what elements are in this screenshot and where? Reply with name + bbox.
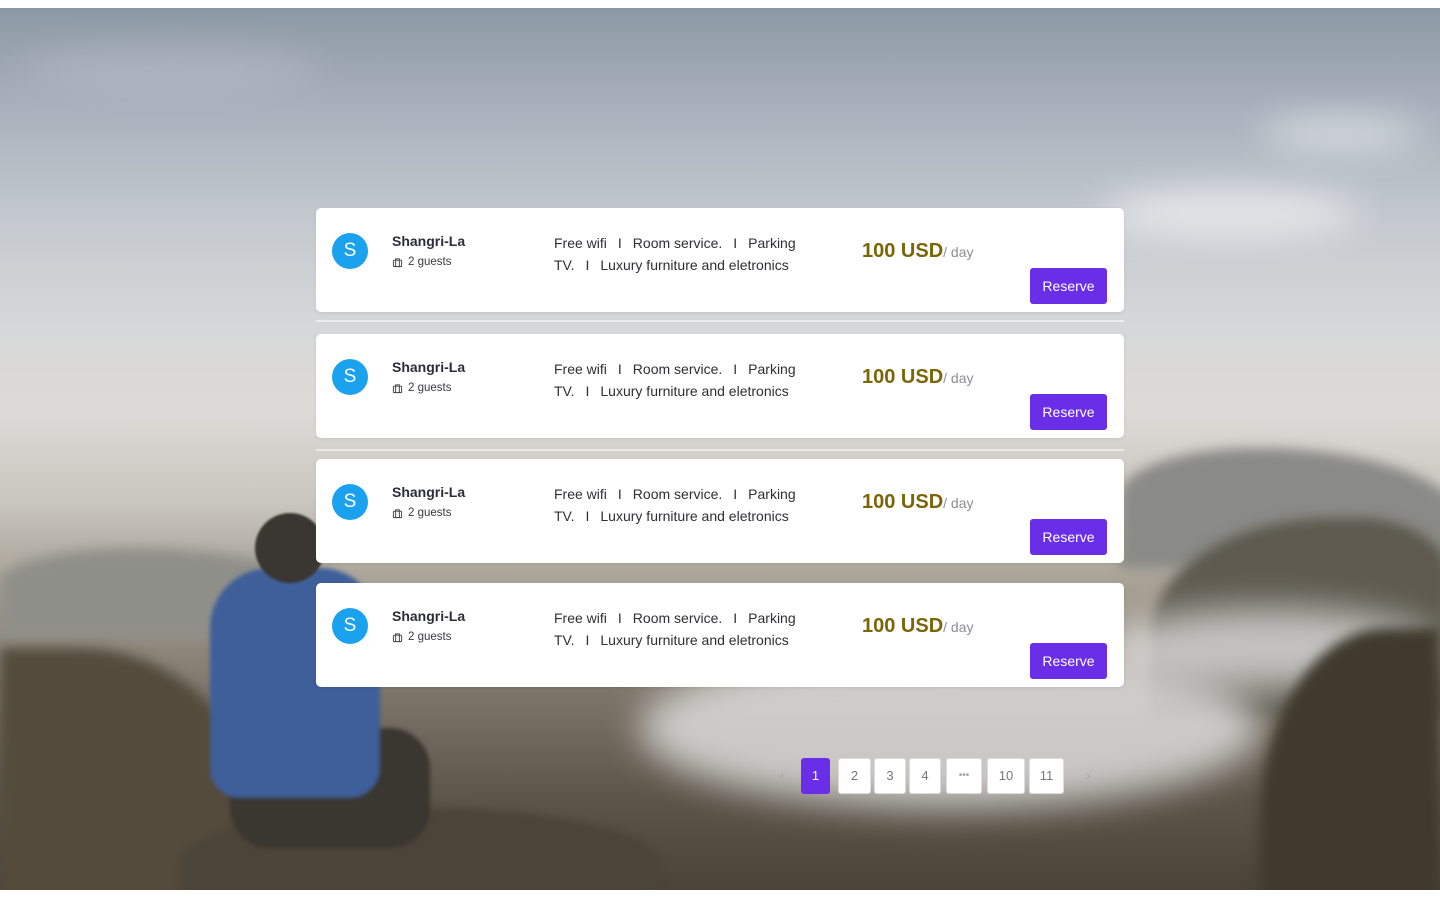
avatar: S — [332, 608, 368, 644]
listing-card: S Shangri-La 2 guests Free wifi I Room ser… — [316, 334, 1124, 438]
amenity-separator: I — [617, 361, 622, 377]
amenities: Free wifi I Room service. I Parking TV. I Luxu… — [554, 358, 824, 402]
price-unit: / day — [943, 244, 974, 260]
amenity: Luxury furniture and eletronics — [600, 508, 789, 524]
divider — [316, 449, 1124, 451]
amenity: Free wifi — [554, 361, 607, 377]
reserve-button[interactable]: Reserve — [1030, 394, 1107, 430]
avatar: S — [332, 233, 368, 269]
listing-name: Shangri-La — [392, 484, 466, 500]
price-amount: 100 USD — [862, 240, 944, 262]
amenity-separator: I — [585, 632, 590, 648]
amenity-separator: I — [617, 235, 622, 251]
amenity-separator: I — [733, 610, 738, 626]
price-unit: / day — [943, 619, 974, 635]
amenity: Room service. — [632, 610, 723, 626]
amenity: Luxury furniture and eletronics — [600, 632, 789, 648]
guests-label: 2 guests — [408, 256, 452, 268]
price: 100 USD/ day — [862, 491, 974, 514]
amenities: Free wifi I Room service. I Parking TV. I Luxu… — [554, 607, 824, 651]
amenity: TV. — [554, 508, 575, 524]
luggage-icon — [392, 632, 403, 642]
luggage-icon — [392, 383, 403, 393]
reserve-button[interactable]: Reserve — [1030, 519, 1107, 555]
amenities: Free wifi I Room service. I Parking TV. I Luxu… — [554, 232, 824, 276]
price-amount: 100 USD — [862, 491, 944, 513]
listing-name: Shangri-La — [392, 359, 466, 375]
amenity: Free wifi — [554, 486, 607, 502]
amenity-separator: I — [733, 486, 738, 502]
amenity: Parking — [748, 610, 796, 626]
reserve-button[interactable]: Reserve — [1030, 643, 1107, 679]
amenity-separator: I — [733, 235, 738, 251]
luggage-icon — [392, 257, 403, 267]
amenity: Room service. — [632, 361, 723, 377]
luggage-icon — [392, 508, 403, 518]
amenity: Parking — [748, 235, 796, 251]
price: 100 USD/ day — [862, 366, 974, 389]
listing-name: Shangri-La — [392, 608, 466, 624]
reserve-button[interactable]: Reserve — [1030, 268, 1107, 304]
listing-card: S Shangri-La 2 guests Free wifi I Room ser… — [316, 459, 1124, 563]
amenity: Free wifi — [554, 235, 607, 251]
avatar: S — [332, 484, 368, 520]
chevron-left-icon[interactable]: ‹ — [770, 758, 794, 792]
listing-card: S Shangri-La 2 guests Free wifi I Room ser… — [316, 208, 1124, 312]
price: 100 USD/ day — [862, 240, 974, 263]
page-button-11[interactable]: 11 — [1029, 758, 1064, 794]
guests-info: 2 guests — [392, 382, 451, 394]
amenity-separator: I — [733, 361, 738, 377]
amenities: Free wifi I Room service. I Parking TV. I Luxu… — [554, 483, 824, 527]
avatar: S — [332, 359, 368, 395]
guests-info: 2 guests — [392, 256, 451, 268]
amenity-separator: I — [617, 486, 622, 502]
page-button-4[interactable]: 4 — [909, 758, 941, 794]
guests-info: 2 guests — [392, 631, 451, 643]
page-button-2[interactable]: 2 — [838, 758, 871, 794]
price: 100 USD/ day — [862, 615, 974, 638]
amenity: TV. — [554, 257, 575, 273]
price-amount: 100 USD — [862, 366, 944, 388]
page-button-3[interactable]: 3 — [874, 758, 906, 794]
amenity: Room service. — [632, 235, 723, 251]
price-unit: / day — [943, 495, 974, 511]
amenity-separator: I — [585, 257, 590, 273]
page-button-1[interactable]: 1 — [801, 758, 830, 794]
page-ellipsis[interactable]: ••• — [946, 758, 982, 794]
guests-info: 2 guests — [392, 507, 451, 519]
listing-name: Shangri-La — [392, 233, 466, 249]
guests-label: 2 guests — [408, 382, 452, 394]
divider — [316, 320, 1124, 322]
amenity: TV. — [554, 383, 575, 399]
guests-label: 2 guests — [408, 631, 452, 643]
listing-card: S Shangri-La 2 guests Free wifi I Room ser… — [316, 583, 1124, 687]
chevron-right-icon[interactable]: › — [1076, 758, 1100, 792]
amenity: Room service. — [632, 486, 723, 502]
page-button-10[interactable]: 10 — [987, 758, 1025, 794]
amenity: Parking — [748, 486, 796, 502]
amenity: Luxury furniture and eletronics — [600, 383, 789, 399]
amenity: Free wifi — [554, 610, 607, 626]
price-amount: 100 USD — [862, 615, 944, 637]
amenity: Parking — [748, 361, 796, 377]
amenity: TV. — [554, 632, 575, 648]
guests-label: 2 guests — [408, 507, 452, 519]
amenity-separator: I — [585, 383, 590, 399]
amenity: Luxury furniture and eletronics — [600, 257, 789, 273]
amenity-separator: I — [585, 508, 590, 524]
price-unit: / day — [943, 370, 974, 386]
amenity-separator: I — [617, 610, 622, 626]
